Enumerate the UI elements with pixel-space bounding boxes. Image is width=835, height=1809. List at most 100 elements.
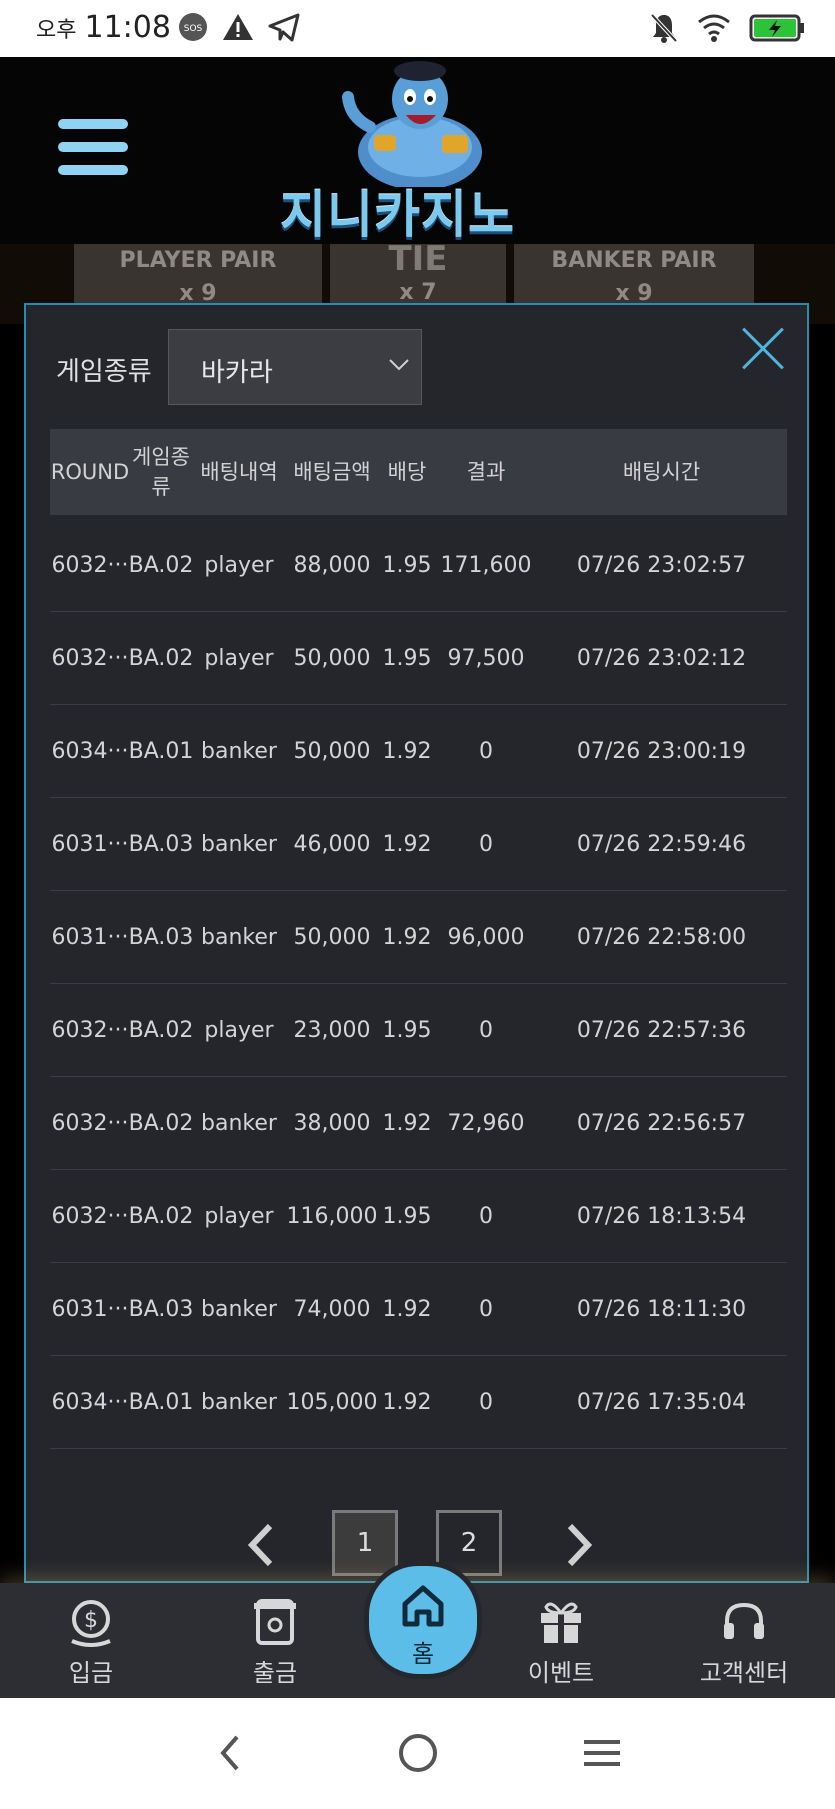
cell-game-type: BA.02 bbox=[130, 645, 192, 671]
player-pair-label: PLAYER PAIR bbox=[119, 248, 277, 273]
game-type-label: 게임종류 bbox=[56, 357, 152, 387]
cell-round: 6032··· bbox=[51, 1110, 129, 1136]
cell-game-type: BA.02 bbox=[130, 1110, 192, 1136]
bet-history-modal: 게임종류 바카라 ROUND 게임종류 배팅내역 배팅금액 배당 결과 배팅시간… bbox=[24, 303, 809, 1583]
cell-bet-detail: player bbox=[204, 1203, 274, 1229]
cell-bet-detail: banker bbox=[201, 831, 277, 857]
nav-withdraw[interactable]: 출금 bbox=[220, 1591, 330, 1696]
cell-odds: 1.95 bbox=[382, 1017, 432, 1043]
cell-bet-amount: 38,000 bbox=[293, 1110, 371, 1136]
mute-icon bbox=[649, 12, 679, 48]
cell-bet-detail: banker bbox=[201, 924, 277, 950]
cell-bet-amount: 74,000 bbox=[293, 1296, 371, 1322]
cell-game-type: BA.02 bbox=[130, 1203, 192, 1229]
game-type-select[interactable]: 바카라 bbox=[168, 329, 422, 405]
table-row: 6031··· BA.03 banker 50,000 1.92 96,000 07/26 … bbox=[50, 891, 787, 984]
cell-bet-time: 07/26 18:11:30 bbox=[576, 1296, 747, 1322]
nav-support[interactable]: 고객센터 bbox=[688, 1591, 800, 1696]
nav-deposit[interactable]: $ 입금 bbox=[36, 1591, 146, 1696]
col-bet-amount: 배팅금액 bbox=[293, 460, 371, 484]
nav-event[interactable]: 이벤트 bbox=[506, 1591, 616, 1696]
col-bet-time: 배팅시간 bbox=[622, 460, 701, 484]
chevron-right-icon[interactable] bbox=[552, 1520, 602, 1570]
cell-odds: 1.92 bbox=[382, 1389, 432, 1415]
cell-game-type: BA.02 bbox=[130, 1017, 192, 1043]
cell-round: 6031··· bbox=[51, 924, 129, 950]
nav-home-label: 홈 bbox=[411, 1640, 435, 1668]
cell-round: 6032··· bbox=[51, 552, 129, 578]
table-row: 6031··· BA.03 banker 46,000 1.92 0 07/26 22:59… bbox=[50, 798, 787, 891]
cell-round: 6031··· bbox=[51, 831, 129, 857]
nav-withdraw-label: 출금 bbox=[252, 1659, 298, 1687]
cell-round: 6034··· bbox=[51, 1389, 129, 1415]
cell-game-type: BA.03 bbox=[130, 924, 192, 950]
menu-icon[interactable] bbox=[58, 119, 128, 179]
cell-game-type: BA.02 bbox=[130, 552, 192, 578]
nav-home[interactable]: 홈 bbox=[364, 1561, 482, 1679]
col-round: ROUND bbox=[50, 460, 130, 484]
chevron-left-icon[interactable] bbox=[238, 1520, 288, 1570]
back-icon[interactable] bbox=[200, 1728, 260, 1778]
col-bet-detail: 배팅내역 bbox=[200, 460, 278, 484]
col-game-type: 게임종류 bbox=[132, 445, 190, 499]
table-row: 6032··· BA.02 player 88,000 1.95 171,600 07/26… bbox=[50, 519, 787, 612]
cell-result: 0 bbox=[479, 1203, 493, 1229]
logo[interactable]: 지니카지노 bbox=[270, 57, 570, 244]
cell-bet-detail: player bbox=[204, 552, 274, 578]
app-header: 지니카지노 bbox=[0, 57, 835, 245]
cell-bet-time: 07/26 23:02:57 bbox=[576, 552, 747, 578]
cell-game-type: BA.01 bbox=[130, 738, 192, 764]
cell-bet-time: 07/26 23:00:19 bbox=[576, 738, 747, 764]
gift-icon bbox=[541, 1602, 581, 1643]
home-circle-icon[interactable] bbox=[388, 1728, 448, 1778]
cell-bet-time: 07/26 22:57:36 bbox=[576, 1017, 747, 1043]
game-type-selected: 바카라 bbox=[201, 358, 273, 388]
svg-text:$: $ bbox=[84, 1608, 98, 1633]
logo-text: 지니카지노 bbox=[280, 186, 515, 244]
cell-round: 6032··· bbox=[51, 1017, 129, 1043]
cell-result: 0 bbox=[479, 831, 493, 857]
cell-odds: 1.95 bbox=[382, 552, 432, 578]
table-row: 6032··· BA.02 player 116,000 1.95 0 07/26 18:1… bbox=[50, 1170, 787, 1263]
cell-round: 6034··· bbox=[51, 738, 129, 764]
cell-game-type: BA.01 bbox=[130, 1389, 192, 1415]
status-time: 오후 11:08 bbox=[36, 10, 171, 45]
table-row: 6032··· BA.02 player 50,000 1.95 97,500 07/26 … bbox=[50, 612, 787, 705]
svg-text:SOS: SOS bbox=[184, 24, 203, 34]
cell-odds: 1.92 bbox=[382, 924, 432, 950]
cell-result: 0 bbox=[479, 738, 493, 764]
table-row: 6032··· BA.02 player 23,000 1.95 0 07/26 22:57… bbox=[50, 984, 787, 1077]
cell-result: 97,500 bbox=[447, 645, 525, 671]
status-bar: 오후 11:08 SOS bbox=[0, 0, 835, 57]
status-clock: 11:08 bbox=[84, 10, 171, 45]
cell-bet-amount: 50,000 bbox=[293, 645, 371, 671]
cell-result: 0 bbox=[479, 1017, 493, 1043]
recents-icon[interactable] bbox=[572, 1728, 632, 1778]
close-icon[interactable] bbox=[741, 327, 785, 371]
wifi-icon bbox=[697, 13, 731, 47]
cell-bet-time: 07/26 18:13:54 bbox=[576, 1203, 747, 1229]
banker-pair-label: BANKER PAIR bbox=[551, 248, 717, 273]
table-row: 6034··· BA.01 banker 50,000 1.92 0 07/26 23:00… bbox=[50, 705, 787, 798]
cell-bet-detail: banker bbox=[201, 1296, 277, 1322]
cell-result: 0 bbox=[479, 1389, 493, 1415]
telegram-icon bbox=[268, 12, 300, 46]
status-ampm: 오후 bbox=[36, 18, 77, 43]
cell-round: 6032··· bbox=[51, 645, 129, 671]
headset-icon bbox=[724, 1602, 764, 1639]
chevron-down-icon bbox=[389, 359, 409, 371]
cell-bet-amount: 105,000 bbox=[286, 1389, 378, 1415]
table-row: 6031··· BA.03 banker 74,000 1.92 0 07/26 18:11… bbox=[50, 1263, 787, 1356]
home-icon bbox=[402, 1585, 444, 1627]
bottom-nav: $ 입금 출금 홈 이벤트 고객센터 bbox=[0, 1561, 835, 1698]
atm-icon bbox=[254, 1599, 296, 1645]
battery-icon bbox=[749, 13, 805, 47]
table-row: 6034··· BA.01 banker 105,000 1.92 0 07/26 17:3… bbox=[50, 1356, 787, 1449]
cell-bet-amount: 50,000 bbox=[293, 738, 371, 764]
cell-game-type: BA.03 bbox=[130, 831, 192, 857]
genie-mascot bbox=[342, 61, 482, 187]
cell-bet-detail: banker bbox=[201, 738, 277, 764]
tie-label: TIE bbox=[388, 239, 448, 279]
cell-bet-time: 07/26 22:56:57 bbox=[576, 1110, 747, 1136]
nav-event-label: 이벤트 bbox=[527, 1659, 595, 1687]
